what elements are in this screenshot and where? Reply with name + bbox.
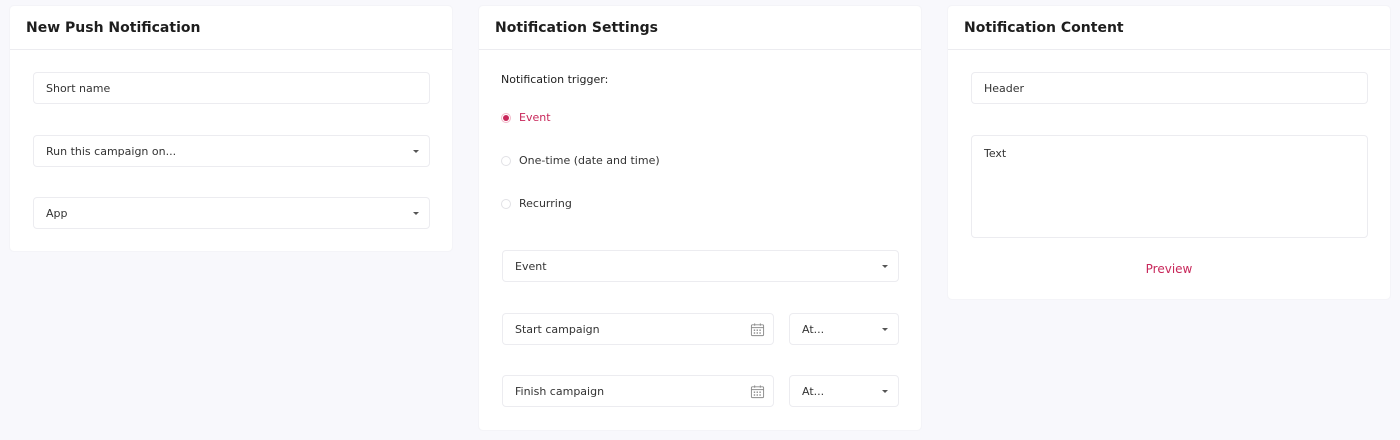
panel-title: New Push Notification bbox=[10, 6, 452, 50]
trigger-option-event[interactable]: Event bbox=[501, 111, 551, 124]
short-name-input[interactable]: Short name bbox=[33, 72, 430, 104]
short-name-placeholder: Short name bbox=[46, 81, 111, 95]
event-select[interactable]: Event bbox=[502, 250, 899, 282]
panel-title: Notification Settings bbox=[479, 6, 921, 50]
trigger-label: Notification trigger: bbox=[501, 73, 609, 86]
trigger-option-label: Recurring bbox=[519, 197, 572, 210]
run-campaign-select[interactable]: Run this campaign on... bbox=[33, 135, 430, 167]
start-campaign-date-input[interactable]: Start campaign bbox=[502, 313, 774, 345]
header-input[interactable]: Header bbox=[971, 72, 1368, 104]
radio-unchecked-icon bbox=[501, 198, 511, 209]
start-campaign-placeholder: Start campaign bbox=[515, 322, 600, 336]
notification-content-panel: Notification Content Header Text Preview bbox=[948, 6, 1390, 299]
calendar-icon[interactable] bbox=[750, 322, 765, 337]
radio-unchecked-icon bbox=[501, 155, 511, 166]
finish-time-select[interactable]: At... bbox=[789, 375, 899, 407]
trigger-option-label: One-time (date and time) bbox=[519, 154, 660, 167]
preview-button[interactable]: Preview bbox=[948, 262, 1390, 276]
event-select-value: Event bbox=[515, 259, 547, 273]
radio-checked-icon bbox=[501, 112, 511, 123]
trigger-option-label: Event bbox=[519, 111, 551, 124]
run-campaign-value: Run this campaign on... bbox=[46, 144, 177, 158]
text-textarea[interactable]: Text bbox=[971, 135, 1368, 238]
new-push-notification-panel: New Push Notification Short name Run thi… bbox=[10, 6, 452, 251]
trigger-option-one-time[interactable]: One-time (date and time) bbox=[501, 154, 660, 167]
notification-settings-panel: Notification Settings Notification trigg… bbox=[479, 6, 921, 430]
finish-time-value: At... bbox=[802, 384, 825, 398]
finish-campaign-date-input[interactable]: Finish campaign bbox=[502, 375, 774, 407]
start-time-select[interactable]: At... bbox=[789, 313, 899, 345]
finish-campaign-placeholder: Finish campaign bbox=[515, 384, 605, 398]
platform-select[interactable]: App bbox=[33, 197, 430, 229]
panel-title: Notification Content bbox=[948, 6, 1390, 50]
platform-value: App bbox=[46, 206, 68, 220]
header-placeholder: Header bbox=[984, 81, 1025, 95]
start-time-value: At... bbox=[802, 322, 825, 336]
trigger-option-recurring[interactable]: Recurring bbox=[501, 197, 572, 210]
text-placeholder: Text bbox=[984, 147, 1007, 160]
calendar-icon[interactable] bbox=[750, 384, 765, 399]
